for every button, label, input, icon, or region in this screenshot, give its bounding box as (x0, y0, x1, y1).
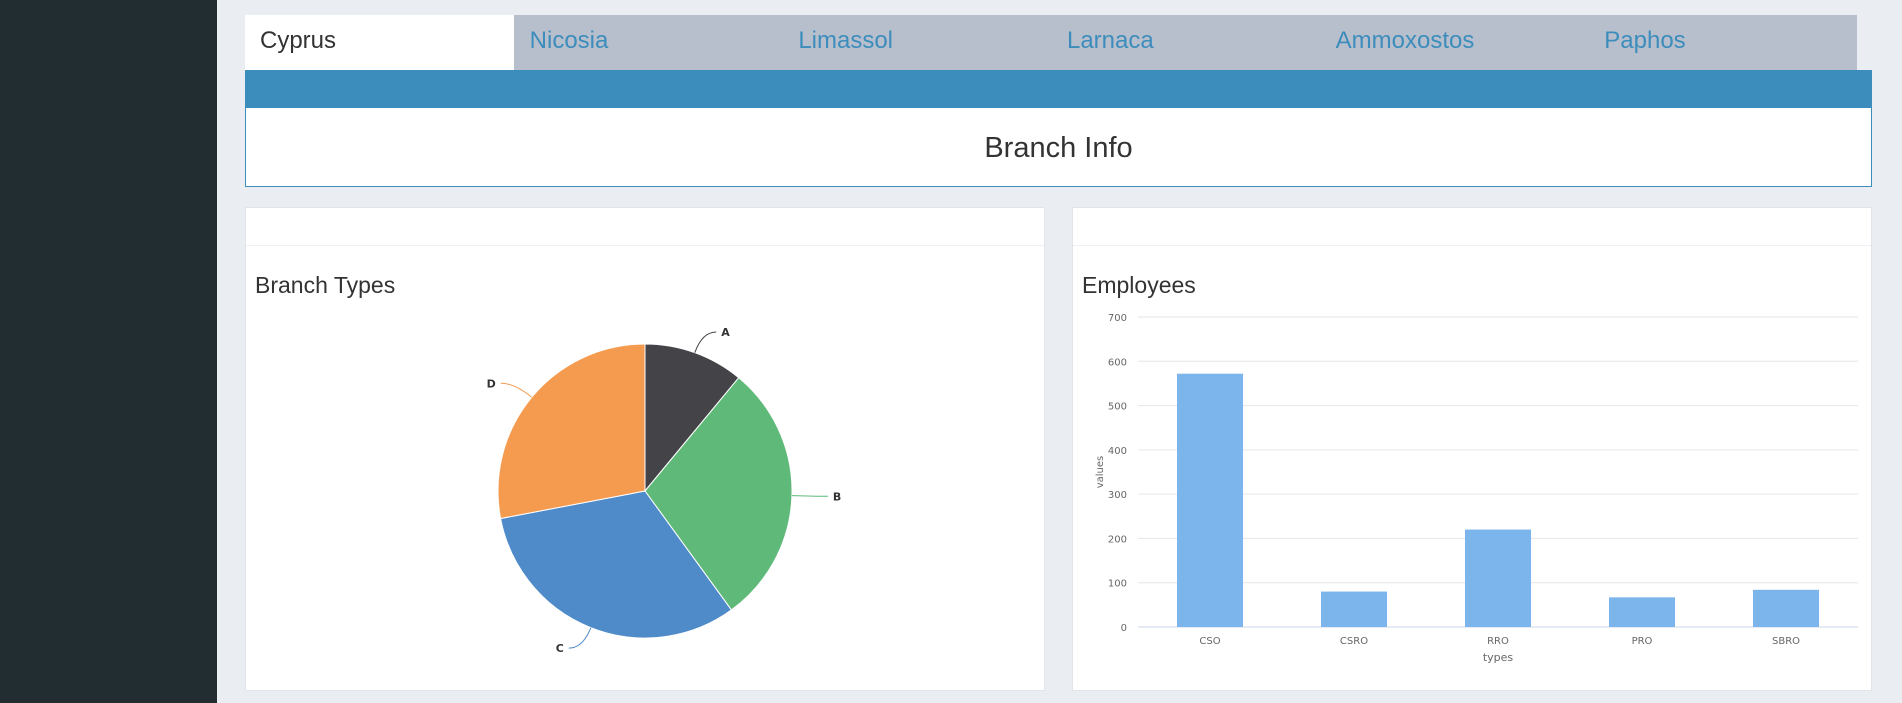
x-tick-label: PRO (1632, 636, 1653, 647)
branch-types-panel: Branch Types ABCD (245, 207, 1045, 691)
y-tick-label: 200 (1108, 534, 1127, 545)
pie-connector (500, 382, 533, 398)
x-tick-label: CSO (1199, 636, 1220, 647)
pie-label: C (556, 642, 564, 655)
pie-label: D (487, 377, 496, 390)
bar-csro (1321, 591, 1387, 627)
tab-ammoxostos[interactable]: Ammoxostos (1320, 15, 1589, 70)
y-tick-label: 500 (1108, 402, 1127, 413)
y-axis-title: values (1095, 456, 1106, 489)
pie-connector (791, 495, 828, 497)
y-tick-label: 100 (1108, 579, 1127, 590)
employees-bar-chart: 0 100 200 300 400 500 600 700 CSO CSRO RRO PRO SBRO t… (1095, 313, 1858, 664)
tab-nicosia[interactable]: Nicosia (514, 15, 783, 70)
branch-info-box: Branch Info (245, 70, 1872, 187)
tab-limassol[interactable]: Limassol (782, 15, 1051, 70)
x-tick-label: RRO (1487, 636, 1509, 647)
y-tick-label: 300 (1108, 490, 1127, 501)
main-content: Cyprus Nicosia Limassol Larnaca Ammoxost… (217, 0, 1902, 703)
bar-rro (1465, 529, 1531, 627)
y-tick-label: 400 (1108, 446, 1127, 457)
bar-cso (1177, 373, 1243, 627)
y-tick-label: 0 (1121, 623, 1127, 634)
y-tick-label: 600 (1108, 357, 1127, 368)
x-tick-label: CSRO (1340, 636, 1368, 647)
bar-pro (1609, 597, 1675, 627)
tab-paphos[interactable]: Paphos (1588, 15, 1857, 70)
tab-larnaca[interactable]: Larnaca (1051, 15, 1320, 70)
x-tick-label: SBRO (1772, 636, 1800, 647)
pie-connector (694, 331, 717, 353)
bar-sbro (1753, 589, 1819, 627)
tab-cyprus[interactable]: Cyprus (245, 15, 514, 70)
pie-slice-d (497, 343, 646, 520)
sidebar (0, 0, 217, 703)
employees-panel: Employees 0 100 200 300 400 500 600 700 CSO CSRO R… (1072, 207, 1872, 691)
x-axis-title: types (1483, 651, 1514, 664)
branch-types-pie-chart: A B C D (487, 326, 842, 655)
y-tick-label: 700 (1108, 313, 1127, 324)
branch-info-title: Branch Info (984, 132, 1133, 164)
pie-label: A (721, 326, 730, 339)
region-tabs: Cyprus Nicosia Limassol Larnaca Ammoxost… (245, 15, 1857, 70)
pie-connector (568, 627, 592, 649)
pie-label: B (833, 490, 841, 503)
info-box-header (246, 71, 1871, 108)
